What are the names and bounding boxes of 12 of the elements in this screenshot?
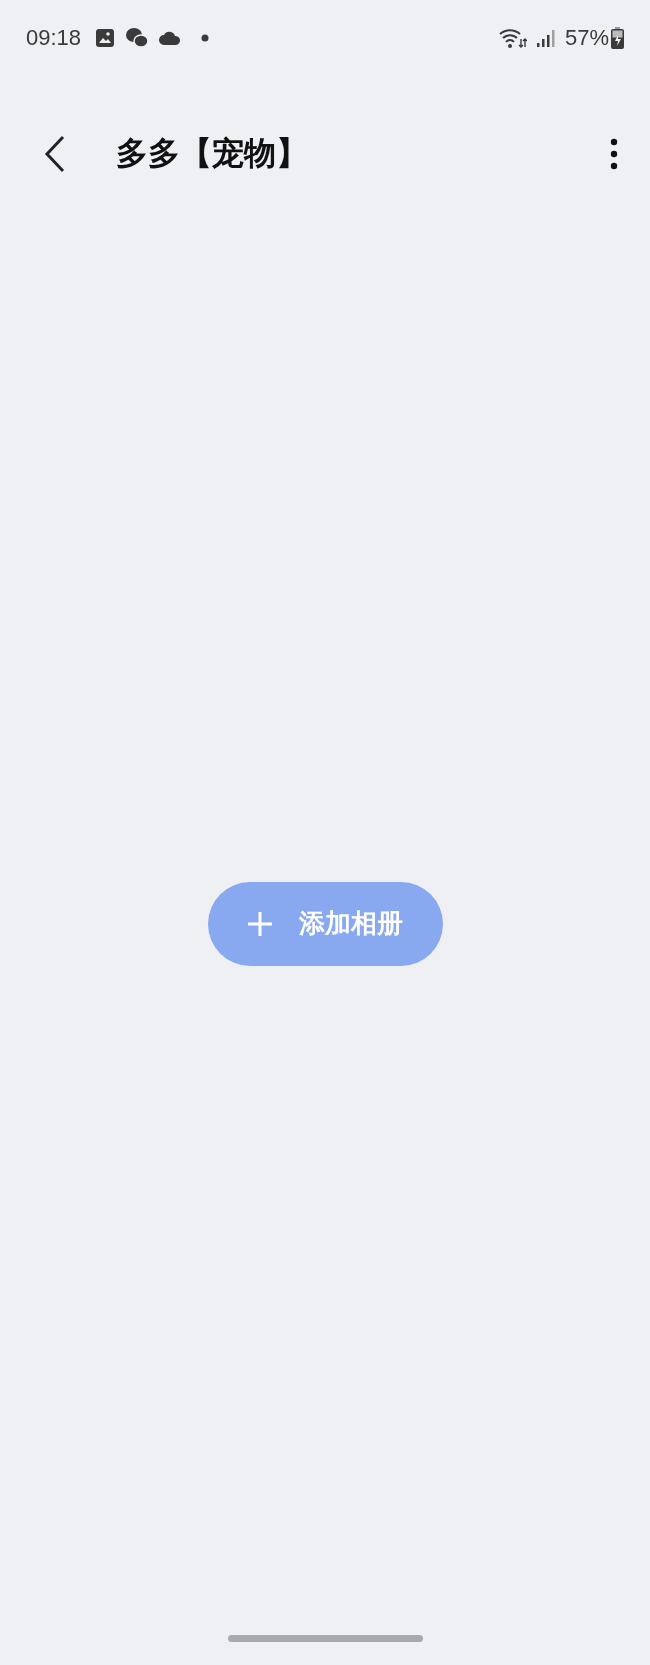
dot-icon — [201, 34, 210, 42]
album-title: 多多【宠物】 — [116, 133, 309, 174]
wifi-icon — [498, 27, 527, 49]
status-time: 09:18 — [26, 25, 82, 51]
plus-icon — [247, 910, 273, 937]
signal-icon — [536, 29, 555, 47]
image-icon — [95, 28, 116, 48]
chat-icon — [125, 27, 150, 49]
add-album-button[interactable]: 添加相册 — [207, 881, 443, 966]
battery-charging-icon — [611, 27, 624, 49]
cloud-icon — [159, 31, 182, 45]
battery-percent: 57% — [564, 25, 609, 51]
